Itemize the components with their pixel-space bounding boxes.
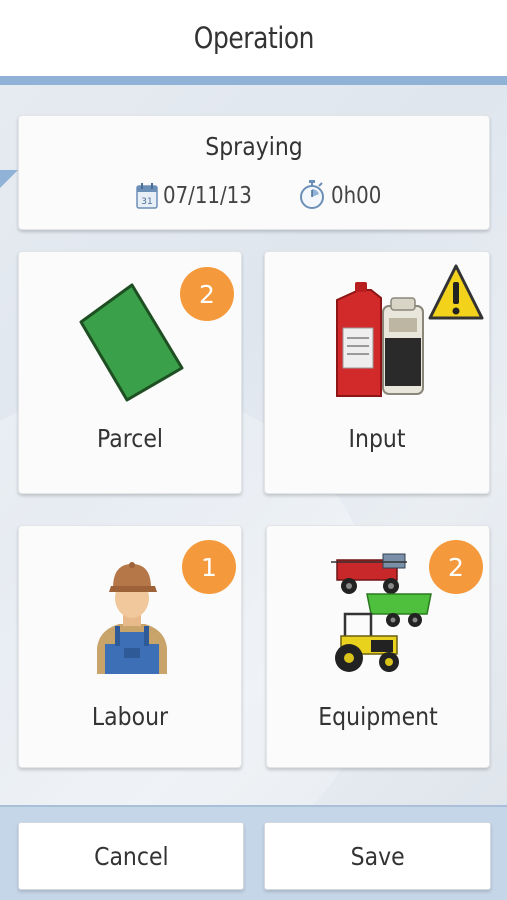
input-label: Input — [348, 424, 406, 453]
accent-corner — [0, 170, 18, 188]
input-icon — [336, 282, 424, 397]
equipment-count-badge: 2 — [429, 540, 483, 594]
parcel-label: Parcel — [96, 424, 164, 453]
labour-label: Labour — [91, 702, 169, 731]
labour-count-badge: 1 — [182, 540, 236, 594]
cancel-button[interactable]: Cancel — [18, 822, 244, 890]
parcel-icon — [79, 283, 184, 402]
operation-date: 07/11/13 — [163, 183, 252, 209]
page-title: Operation — [193, 21, 314, 55]
equipment-tile[interactable]: 2 Equipment — [266, 525, 490, 768]
parcel-count-badge: 2 — [180, 267, 234, 321]
operation-name: Spraying — [205, 132, 303, 161]
equipment-label: Equipment — [318, 702, 438, 731]
labour-icon — [97, 562, 167, 674]
equipment-icon — [331, 553, 432, 672]
calendar-icon: 31 — [136, 183, 158, 209]
save-button[interactable]: Save — [264, 822, 491, 890]
input-tile[interactable]: Input — [264, 251, 490, 494]
warning-icon — [428, 264, 484, 320]
title-bar: Operation — [0, 0, 507, 76]
accent-bar — [0, 76, 507, 85]
labour-tile[interactable]: 1 Labour — [18, 525, 242, 768]
parcel-tile[interactable]: 2 Parcel — [18, 251, 242, 494]
stopwatch-icon — [300, 180, 324, 209]
operation-summary-card[interactable]: Spraying 31 07/11/13 0h00 — [18, 115, 490, 230]
save-button-label: Save — [350, 841, 405, 871]
svg-text:31: 31 — [141, 197, 152, 207]
footer-bar: Cancel Save — [0, 805, 507, 900]
operation-meta: 31 07/11/13 0h00 — [19, 180, 489, 216]
operation-duration: 0h00 — [331, 183, 382, 209]
cancel-button-label: Cancel — [93, 841, 169, 871]
